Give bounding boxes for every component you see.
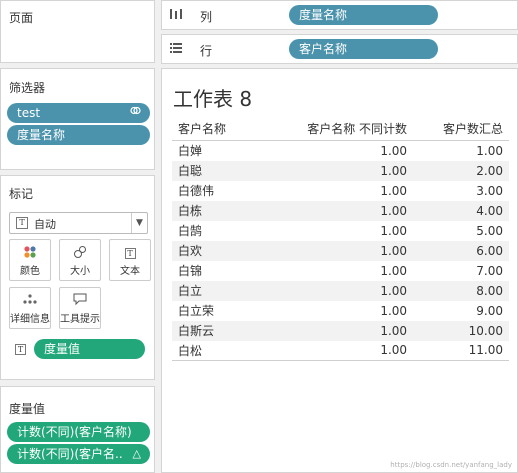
- table-row: 白欢 1.00 6.00: [172, 240, 509, 261]
- filter-pill-measure-names[interactable]: 度量名称: [7, 125, 150, 145]
- rows-label: 行: [200, 44, 213, 58]
- text-button[interactable]: T 文本: [109, 239, 151, 281]
- cell-customer-total: 4.00: [413, 200, 509, 221]
- filter-pill-test[interactable]: test: [7, 103, 150, 123]
- mark-type-dropdown[interactable]: T 自动 ▼: [9, 212, 148, 234]
- pages-title: 页面: [9, 11, 34, 25]
- cell-customer-name: 白立: [172, 280, 260, 301]
- tooltip-button[interactable]: 工具提示: [59, 287, 101, 329]
- rows-pill[interactable]: 客户名称: [289, 39, 438, 59]
- sheet-title: 工作表 8: [173, 87, 253, 111]
- filters-title: 筛选器: [9, 81, 46, 95]
- chevron-down-icon: ▼: [131, 213, 147, 233]
- text-icon: T: [110, 245, 150, 261]
- worksheet-view: 工作表 8 客户名称 客户名称 不同计数 客户数汇总 白婵 1.00 1.00 白聪 1…: [161, 68, 518, 473]
- table-header-row: 客户名称 客户名称 不同计数 客户数汇总: [172, 119, 509, 141]
- cell-customer-total: 1.00: [476, 143, 503, 158]
- size-icon: [60, 245, 100, 261]
- tooltip-icon: [60, 293, 100, 309]
- cell-distinct-count: 1.00: [380, 183, 408, 198]
- marks-card[interactable]: 标记 T 自动 ▼ 颜色 大小 T 文本 详细信息 工具提示 T 度量值: [0, 175, 155, 380]
- size-label: 大小: [70, 266, 90, 277]
- text-mark-icon: T: [16, 217, 28, 229]
- cell-customer-total: 7.00: [476, 263, 503, 278]
- cell-customer-total: 6.00: [413, 240, 509, 261]
- cell-customer-name: 白栋: [172, 200, 260, 221]
- cell-customer-name: 白锦: [178, 264, 203, 278]
- table-row: 白松 1.00 11.00: [172, 340, 509, 361]
- color-label: 颜色: [20, 266, 40, 277]
- text-label: 文本: [120, 266, 140, 277]
- cell-customer-name: 白聪: [172, 160, 260, 181]
- color-button[interactable]: 颜色: [9, 239, 51, 281]
- columns-label: 列: [200, 10, 213, 24]
- cell-distinct-count: 1.00: [380, 303, 408, 318]
- cell-distinct-count: 1.00: [380, 143, 408, 158]
- cell-customer-name: 白立荣: [178, 304, 215, 318]
- columns-icon: [169, 8, 183, 23]
- link-icon: [130, 103, 141, 123]
- cell-customer-name: 白德伟: [178, 184, 215, 198]
- tooltip-label: 工具提示: [60, 314, 100, 325]
- header-customer-name: 客户名称: [172, 119, 260, 141]
- cell-customer-name: 白婵: [178, 144, 203, 159]
- cell-customer-total: 3.00: [476, 183, 503, 198]
- cell-customer-total: 9.00: [476, 303, 503, 318]
- columns-pill[interactable]: 度量名称: [289, 5, 438, 25]
- detail-icon: [10, 293, 50, 309]
- measure-values-card[interactable]: 度量值 计数(不同)(客户名称) 计数(不同)(客户名.. △: [0, 386, 155, 473]
- text-mark-icon: T: [15, 344, 26, 355]
- measure-pill-label: 计数(不同)(客户名..: [17, 447, 123, 461]
- filter-pill-label: test: [17, 106, 41, 120]
- table-row: 白栋 1.00 4.00: [172, 200, 509, 221]
- detail-label: 详细信息: [10, 314, 50, 325]
- table-row: 白立荣 1.00 9.00: [172, 301, 509, 321]
- cell-distinct-count: 1.00: [380, 223, 408, 238]
- cell-customer-name: 白鹄: [178, 224, 203, 238]
- cell-distinct-count: 1.00: [380, 263, 408, 278]
- cell-distinct-count: 1.00: [259, 200, 414, 221]
- cell-distinct-count: 1.00: [259, 340, 414, 361]
- table-row: 白斯云 1.00 10.00: [172, 320, 509, 341]
- table-row: 白德伟 1.00 3.00: [172, 181, 509, 201]
- cell-customer-total: 8.00: [413, 280, 509, 301]
- table-row: 白鹄 1.00 5.00: [172, 221, 509, 241]
- header-distinct-count: 客户名称 不同计数: [259, 119, 414, 141]
- pages-card[interactable]: 页面: [0, 0, 155, 63]
- table-row: 白婵 1.00 1.00: [172, 141, 509, 161]
- watermark: https://blog.csdn.net/yanfang_lady: [390, 461, 512, 469]
- cell-customer-total: 10.00: [413, 320, 509, 341]
- cell-customer-total: 5.00: [476, 223, 503, 238]
- rows-icon: [169, 42, 183, 57]
- header-customer-total: 客户数汇总: [413, 119, 509, 141]
- cell-customer-name: 白松: [172, 340, 260, 361]
- rows-shelf[interactable]: 行 客户名称: [161, 34, 518, 64]
- measure-pill-distinct-count-table-calc[interactable]: 计数(不同)(客户名.. △: [7, 444, 150, 464]
- cell-customer-total: 2.00: [413, 160, 509, 181]
- cell-customer-name: 白斯云: [172, 320, 260, 341]
- size-button[interactable]: 大小: [59, 239, 101, 281]
- cell-customer-total: 11.00: [413, 340, 509, 361]
- table-calc-delta-icon: △: [132, 447, 141, 460]
- table-row: 白锦 1.00 7.00: [172, 261, 509, 281]
- color-icon: [10, 245, 50, 261]
- cell-distinct-count: 1.00: [259, 280, 414, 301]
- mark-type-value: 自动: [34, 218, 56, 231]
- cell-distinct-count: 1.00: [259, 320, 414, 341]
- columns-shelf[interactable]: 列 度量名称: [161, 0, 518, 30]
- crosstab-table: 客户名称 客户名称 不同计数 客户数汇总 白婵 1.00 1.00 白聪 1.00 2.0…: [172, 119, 509, 361]
- measure-values-pill[interactable]: 度量值: [34, 339, 145, 359]
- filters-card[interactable]: 筛选器 test 度量名称: [0, 68, 155, 170]
- cell-distinct-count: 1.00: [259, 240, 414, 261]
- cell-customer-name: 白欢: [172, 240, 260, 261]
- cell-distinct-count: 1.00: [259, 160, 414, 181]
- detail-button[interactable]: 详细信息: [9, 287, 51, 329]
- marks-title: 标记: [9, 187, 34, 201]
- measure-values-title: 度量值: [9, 402, 46, 416]
- table-row: 白聪 1.00 2.00: [172, 160, 509, 181]
- measure-pill-distinct-count[interactable]: 计数(不同)(客户名称): [7, 422, 150, 442]
- table-row: 白立 1.00 8.00: [172, 280, 509, 301]
